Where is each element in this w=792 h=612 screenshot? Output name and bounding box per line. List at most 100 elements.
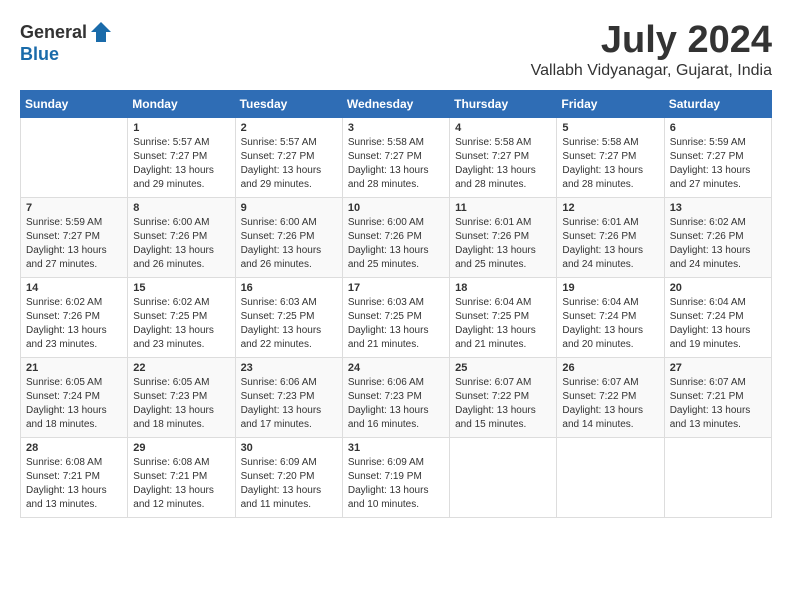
day-number: 29 bbox=[133, 442, 229, 454]
day-info: Sunrise: 6:05 AM Sunset: 7:24 PM Dayligh… bbox=[26, 376, 122, 432]
day-number: 28 bbox=[26, 442, 122, 454]
day-number: 30 bbox=[241, 442, 337, 454]
day-info: Sunrise: 5:58 AM Sunset: 7:27 PM Dayligh… bbox=[562, 136, 658, 192]
day-info: Sunrise: 6:01 AM Sunset: 7:26 PM Dayligh… bbox=[562, 216, 658, 272]
day-number: 15 bbox=[133, 282, 229, 294]
day-info: Sunrise: 5:58 AM Sunset: 7:27 PM Dayligh… bbox=[455, 136, 551, 192]
calendar-cell: 17 Sunrise: 6:03 AM Sunset: 7:25 PM Dayli… bbox=[342, 277, 449, 357]
column-header-wednesday: Wednesday bbox=[342, 90, 449, 117]
calendar-cell: 13Sunrise: 6:02 AM Sunset: 7:26 PM Dayli… bbox=[664, 197, 771, 277]
calendar-cell: 25Sunrise: 6:07 AM Sunset: 7:22 PM Dayli… bbox=[450, 357, 557, 437]
logo-general-text: General bbox=[20, 22, 87, 43]
calendar-cell: 27 Sunrise: 6:07 AM Sunset: 7:21 PM Dayli… bbox=[664, 357, 771, 437]
column-header-thursday: Thursday bbox=[450, 90, 557, 117]
day-info: Sunrise: 6:07 AM Sunset: 7:22 PM Dayligh… bbox=[562, 376, 658, 432]
calendar-cell: 31 Sunrise: 6:09 AM Sunset: 7:19 PM Dayli… bbox=[342, 437, 449, 517]
day-number: 12 bbox=[562, 202, 658, 214]
day-number: 10 bbox=[348, 202, 444, 214]
day-info: Sunrise: 6:09 AM Sunset: 7:19 PM Dayligh… bbox=[348, 456, 444, 512]
logo-icon bbox=[89, 20, 113, 44]
day-number: 4 bbox=[455, 122, 551, 134]
day-info: Sunrise: 5:59 AM Sunset: 7:27 PM Dayligh… bbox=[670, 136, 766, 192]
calendar-cell: 30 Sunrise: 6:09 AM Sunset: 7:20 PM Dayli… bbox=[235, 437, 342, 517]
day-number: 17 bbox=[348, 282, 444, 294]
day-number: 1 bbox=[133, 122, 229, 134]
column-header-sunday: Sunday bbox=[21, 90, 128, 117]
day-number: 14 bbox=[26, 282, 122, 294]
calendar-week-row: 7 Sunrise: 5:59 AM Sunset: 7:27 PM Daylig… bbox=[21, 197, 772, 277]
calendar-cell: 29 Sunrise: 6:08 AM Sunset: 7:21 PM Dayli… bbox=[128, 437, 235, 517]
day-number: 24 bbox=[348, 362, 444, 374]
page-header: General Blue July 2024 Vallabh Vidyanaga… bbox=[20, 20, 772, 80]
day-number: 8 bbox=[133, 202, 229, 214]
day-info: Sunrise: 6:05 AM Sunset: 7:23 PM Dayligh… bbox=[133, 376, 229, 432]
day-number: 25 bbox=[455, 362, 551, 374]
day-info: Sunrise: 6:06 AM Sunset: 7:23 PM Dayligh… bbox=[348, 376, 444, 432]
calendar-cell bbox=[557, 437, 664, 517]
day-number: 5 bbox=[562, 122, 658, 134]
calendar-cell: 21 Sunrise: 6:05 AM Sunset: 7:24 PM Dayli… bbox=[21, 357, 128, 437]
day-info: Sunrise: 6:00 AM Sunset: 7:26 PM Dayligh… bbox=[348, 216, 444, 272]
calendar-table: SundayMondayTuesdayWednesdayThursdayFrid… bbox=[20, 90, 772, 518]
day-info: Sunrise: 6:04 AM Sunset: 7:24 PM Dayligh… bbox=[670, 296, 766, 352]
day-info: Sunrise: 6:02 AM Sunset: 7:26 PM Dayligh… bbox=[670, 216, 766, 272]
location-text: Vallabh Vidyanagar, Gujarat, India bbox=[531, 62, 772, 80]
calendar-week-row: 14 Sunrise: 6:02 AM Sunset: 7:26 PM Dayli… bbox=[21, 277, 772, 357]
calendar-cell: 23 Sunrise: 6:06 AM Sunset: 7:23 PM Dayli… bbox=[235, 357, 342, 437]
day-info: Sunrise: 6:03 AM Sunset: 7:25 PM Dayligh… bbox=[241, 296, 337, 352]
day-number: 6 bbox=[670, 122, 766, 134]
day-info: Sunrise: 6:08 AM Sunset: 7:21 PM Dayligh… bbox=[133, 456, 229, 512]
day-number: 7 bbox=[26, 202, 122, 214]
day-info: Sunrise: 6:09 AM Sunset: 7:20 PM Dayligh… bbox=[241, 456, 337, 512]
calendar-cell: 18Sunrise: 6:04 AM Sunset: 7:25 PM Dayli… bbox=[450, 277, 557, 357]
calendar-cell: 7 Sunrise: 5:59 AM Sunset: 7:27 PM Daylig… bbox=[21, 197, 128, 277]
day-number: 21 bbox=[26, 362, 122, 374]
day-number: 19 bbox=[562, 282, 658, 294]
day-info: Sunrise: 5:59 AM Sunset: 7:27 PM Dayligh… bbox=[26, 216, 122, 272]
day-number: 31 bbox=[348, 442, 444, 454]
calendar-week-row: 21 Sunrise: 6:05 AM Sunset: 7:24 PM Dayli… bbox=[21, 357, 772, 437]
calendar-cell: 6 Sunrise: 5:59 AM Sunset: 7:27 PM Daylig… bbox=[664, 117, 771, 197]
calendar-cell: 2 Sunrise: 5:57 AM Sunset: 7:27 PM Daylig… bbox=[235, 117, 342, 197]
calendar-cell: 24 Sunrise: 6:06 AM Sunset: 7:23 PM Dayli… bbox=[342, 357, 449, 437]
day-number: 9 bbox=[241, 202, 337, 214]
calendar-cell bbox=[664, 437, 771, 517]
title-section: July 2024 Vallabh Vidyanagar, Gujarat, I… bbox=[531, 20, 772, 80]
day-number: 27 bbox=[670, 362, 766, 374]
column-header-monday: Monday bbox=[128, 90, 235, 117]
day-info: Sunrise: 6:02 AM Sunset: 7:26 PM Dayligh… bbox=[26, 296, 122, 352]
day-info: Sunrise: 6:08 AM Sunset: 7:21 PM Dayligh… bbox=[26, 456, 122, 512]
calendar-cell: 12 Sunrise: 6:01 AM Sunset: 7:26 PM Dayli… bbox=[557, 197, 664, 277]
day-number: 2 bbox=[241, 122, 337, 134]
day-number: 26 bbox=[562, 362, 658, 374]
day-info: Sunrise: 6:00 AM Sunset: 7:26 PM Dayligh… bbox=[133, 216, 229, 272]
calendar-cell: 20 Sunrise: 6:04 AM Sunset: 7:24 PM Dayli… bbox=[664, 277, 771, 357]
calendar-cell: 8 Sunrise: 6:00 AM Sunset: 7:26 PM Daylig… bbox=[128, 197, 235, 277]
day-info: Sunrise: 6:07 AM Sunset: 7:21 PM Dayligh… bbox=[670, 376, 766, 432]
calendar-cell bbox=[450, 437, 557, 517]
day-number: 20 bbox=[670, 282, 766, 294]
day-info: Sunrise: 6:04 AM Sunset: 7:24 PM Dayligh… bbox=[562, 296, 658, 352]
calendar-cell: 4 Sunrise: 5:58 AM Sunset: 7:27 PM Daylig… bbox=[450, 117, 557, 197]
day-info: Sunrise: 6:06 AM Sunset: 7:23 PM Dayligh… bbox=[241, 376, 337, 432]
calendar-cell: 3Sunrise: 5:58 AM Sunset: 7:27 PM Daylig… bbox=[342, 117, 449, 197]
day-number: 3 bbox=[348, 122, 444, 134]
calendar-cell bbox=[21, 117, 128, 197]
calendar-cell: 19 Sunrise: 6:04 AM Sunset: 7:24 PM Dayli… bbox=[557, 277, 664, 357]
day-info: Sunrise: 6:03 AM Sunset: 7:25 PM Dayligh… bbox=[348, 296, 444, 352]
calendar-cell: 22 Sunrise: 6:05 AM Sunset: 7:23 PM Dayli… bbox=[128, 357, 235, 437]
column-header-friday: Friday bbox=[557, 90, 664, 117]
day-number: 22 bbox=[133, 362, 229, 374]
calendar-cell: 9Sunrise: 6:00 AM Sunset: 7:26 PM Daylig… bbox=[235, 197, 342, 277]
day-number: 23 bbox=[241, 362, 337, 374]
day-number: 16 bbox=[241, 282, 337, 294]
day-info: Sunrise: 6:02 AM Sunset: 7:25 PM Dayligh… bbox=[133, 296, 229, 352]
calendar-cell: 5 Sunrise: 5:58 AM Sunset: 7:27 PM Daylig… bbox=[557, 117, 664, 197]
calendar-cell: 28 Sunrise: 6:08 AM Sunset: 7:21 PM Dayli… bbox=[21, 437, 128, 517]
logo: General Blue bbox=[20, 20, 113, 65]
calendar-cell: 10 Sunrise: 6:00 AM Sunset: 7:26 PM Dayli… bbox=[342, 197, 449, 277]
day-number: 18 bbox=[455, 282, 551, 294]
calendar-cell: 16 Sunrise: 6:03 AM Sunset: 7:25 PM Dayli… bbox=[235, 277, 342, 357]
day-info: Sunrise: 5:57 AM Sunset: 7:27 PM Dayligh… bbox=[241, 136, 337, 192]
calendar-header-row: SundayMondayTuesdayWednesdayThursdayFrid… bbox=[21, 90, 772, 117]
